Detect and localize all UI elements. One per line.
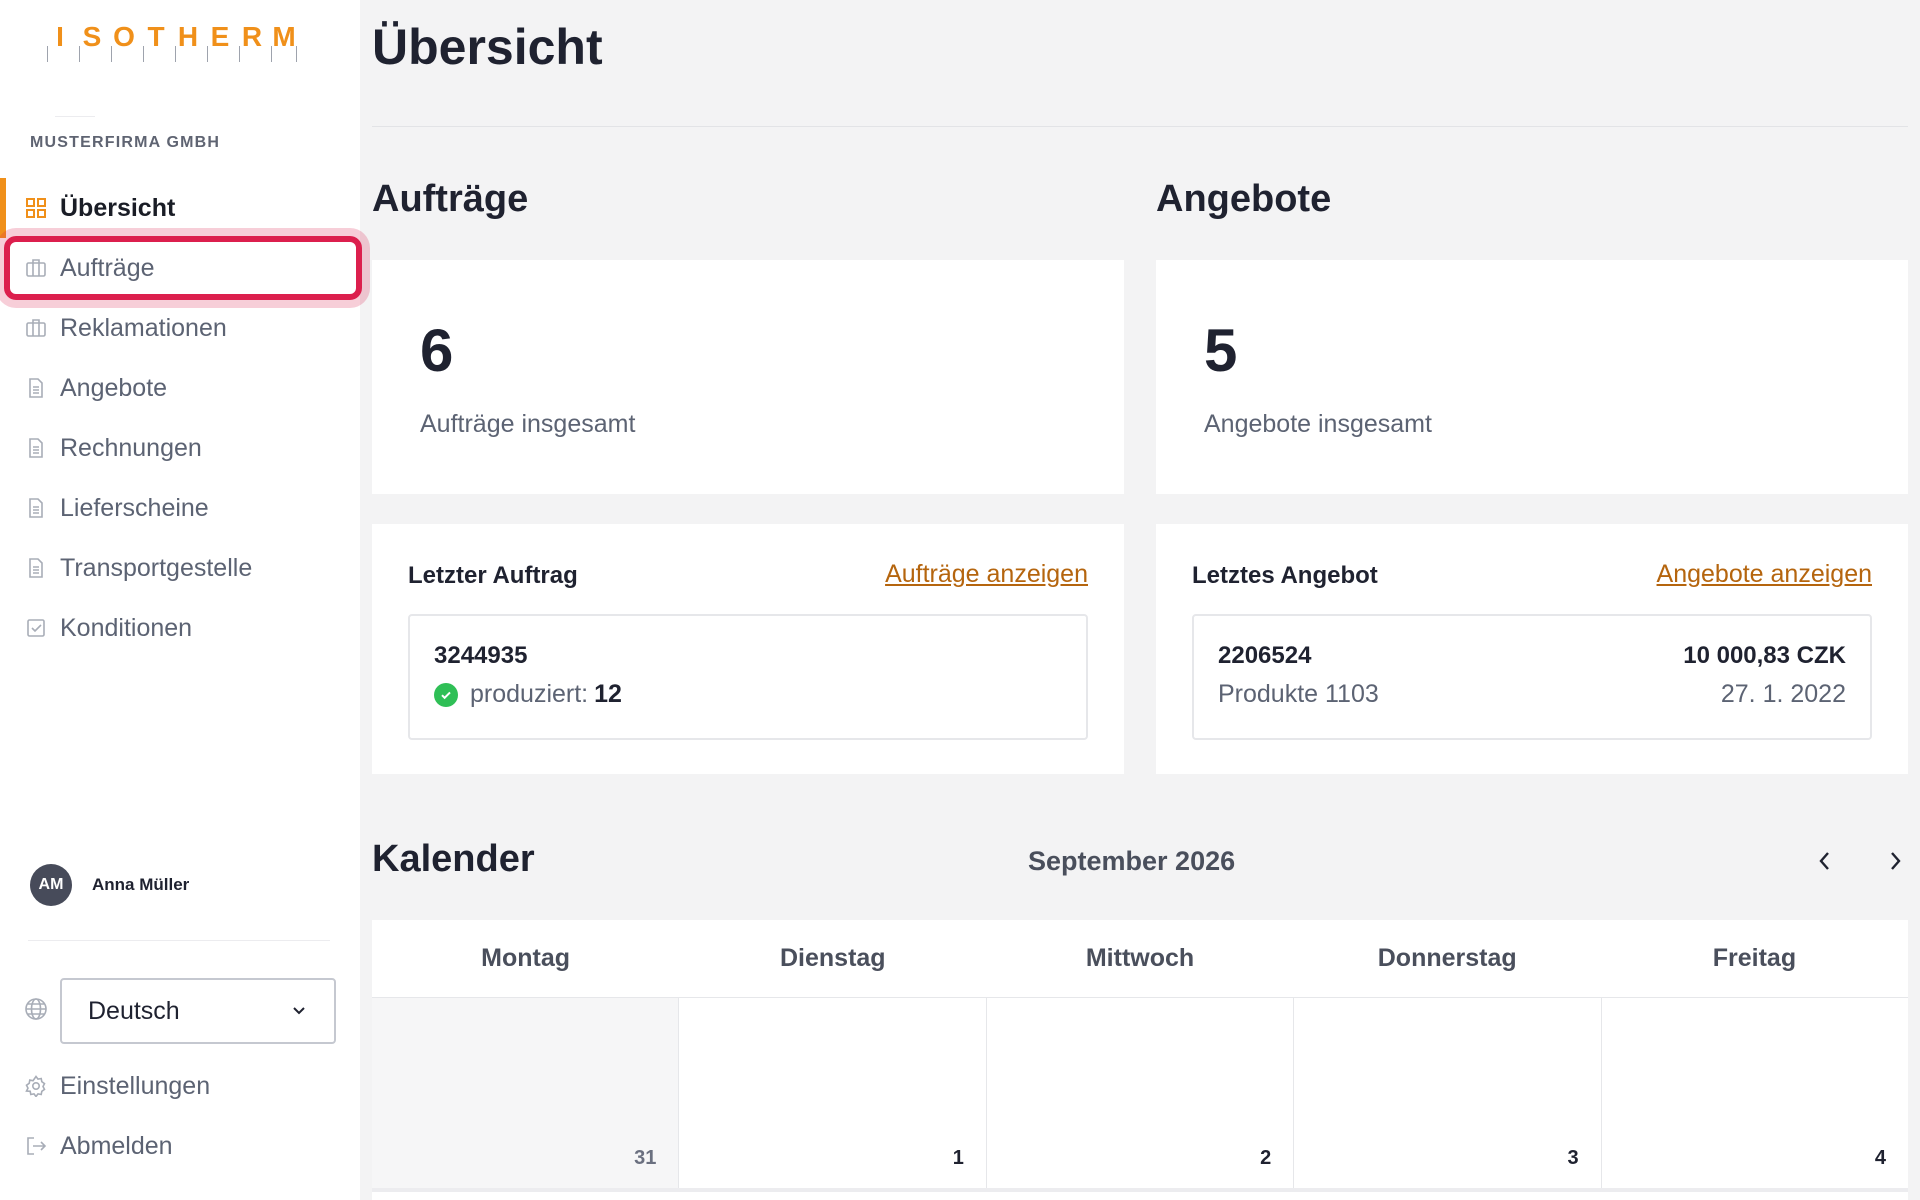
weekday-label: Freitag xyxy=(1712,944,1797,972)
isotherm-logo[interactable]: I S O T H E R M xyxy=(44,22,300,62)
nav-label: Lieferscheine xyxy=(60,493,209,522)
nav-label: Konditionen xyxy=(60,613,193,642)
main-navigation: Übersicht Aufträge Reklamationen Angebot… xyxy=(0,178,360,658)
last-offer-heading: Letztes Angebot xyxy=(1192,562,1378,589)
logout-icon xyxy=(24,1134,48,1158)
orders-heading: Aufträge xyxy=(372,178,529,220)
last-order-heading: Letzter Auftrag xyxy=(408,562,578,589)
checkbox-icon xyxy=(24,616,48,640)
settings-label: Einstellungen xyxy=(60,1071,211,1100)
orders-total-label: Aufträge insgesamt xyxy=(420,410,636,438)
orders-total-card: 6 Aufträge insgesamt xyxy=(372,260,1124,494)
last-offer-card: Letztes Angebot Angebote anzeigen 220652… xyxy=(1156,524,1908,774)
nav-label: Reklamationen xyxy=(60,313,227,342)
calendar-heading: Kalender xyxy=(372,838,535,880)
calendar-grid: Montag Dienstag Mittwoch Donnerstag Frei… xyxy=(372,920,1908,1200)
calendar-day[interactable]: 1 xyxy=(679,998,987,1188)
nav-item-konditionen[interactable]: Konditionen xyxy=(0,598,360,658)
calendar-weekdays: Montag Dienstag Mittwoch Donnerstag Frei… xyxy=(372,920,1908,998)
day-number: 1 xyxy=(952,1147,964,1169)
language-row: Deutsch xyxy=(24,978,336,1044)
calendar-day[interactable]: 4 xyxy=(1602,998,1908,1188)
document-icon xyxy=(24,376,48,400)
day-number: 2 xyxy=(1260,1147,1272,1169)
company-name: MUSTERFIRMA GMBH xyxy=(30,134,221,151)
offers-total-value: 5 xyxy=(1204,317,1238,384)
offers-total-label: Angebote insgesamt xyxy=(1204,410,1432,438)
nav-item-lieferscheine[interactable]: Lieferscheine xyxy=(0,478,360,538)
divider xyxy=(55,116,95,117)
nav-label: Transportgestelle xyxy=(60,553,253,582)
document-icon xyxy=(24,556,48,580)
weekday-label: Mittwoch xyxy=(1085,944,1195,972)
nav-item-reklamationen[interactable]: Reklamationen xyxy=(0,298,360,358)
nav-item-uebersicht[interactable]: Übersicht xyxy=(0,178,360,238)
orders-total-value: 6 xyxy=(420,317,454,384)
nav-item-angebote[interactable]: Angebote xyxy=(0,358,360,418)
order-status-label: produziert: xyxy=(470,680,589,708)
divider xyxy=(372,126,1908,127)
user-name: Anna Müller xyxy=(92,875,190,894)
nav-item-transportgestelle[interactable]: Transportgestelle xyxy=(0,538,360,598)
weekday-label: Dienstag xyxy=(780,944,886,972)
language-select[interactable]: Deutsch xyxy=(60,978,336,1044)
offer-amount: 10 000,83 CZK xyxy=(1683,642,1846,669)
day-number: 4 xyxy=(1874,1147,1887,1169)
calendar-week-row: 31 1 2 3 4 xyxy=(372,998,1908,1192)
calendar-next-button[interactable] xyxy=(1880,846,1910,876)
logout-label: Abmelden xyxy=(60,1131,173,1160)
page-title: Übersicht xyxy=(372,19,603,75)
check-circle-icon xyxy=(434,682,458,707)
nav-label: Rechnungen xyxy=(60,433,202,462)
nav-label: Übersicht xyxy=(60,193,176,222)
calendar-day[interactable]: 2 xyxy=(987,998,1295,1188)
offer-id: 2206524 xyxy=(1218,642,1312,669)
nav-item-rechnungen[interactable]: Rechnungen xyxy=(0,418,360,478)
calendar-day[interactable]: 3 xyxy=(1294,998,1602,1188)
last-order-item[interactable]: 3244935 produziert: 12 xyxy=(408,614,1088,740)
sidebar: I S O T H E R M MUSTERFIRMA GMBH Übersic… xyxy=(0,0,362,1200)
grid-icon xyxy=(24,196,48,220)
briefcase-icon xyxy=(24,256,48,280)
calendar-month: September 2026 xyxy=(1028,846,1236,876)
user-profile[interactable]: AM Anna Müller xyxy=(30,864,189,906)
view-orders-link[interactable]: Aufträge anzeigen xyxy=(885,560,1088,589)
weekday-label: Montag xyxy=(481,944,571,972)
weekday-label: Donnerstag xyxy=(1377,944,1517,972)
last-offer-item[interactable]: 2206524 10 000,83 CZK Produkte 1103 27. … xyxy=(1192,614,1872,740)
calendar-day[interactable]: 31 xyxy=(372,998,680,1188)
offer-product: Produkte 1103 xyxy=(1218,680,1379,708)
language-selected: Deutsch xyxy=(88,996,180,1025)
logout-link[interactable]: Abmelden xyxy=(24,1126,173,1166)
offer-date: 27. 1. 2022 xyxy=(1720,680,1846,708)
day-number: 3 xyxy=(1567,1147,1579,1169)
chevron-down-icon xyxy=(290,997,308,1026)
view-offers-link[interactable]: Angebote anzeigen xyxy=(1657,560,1872,589)
last-order-card: Letzter Auftrag Aufträge anzeigen 324493… xyxy=(372,524,1124,774)
nav-label: Aufträge xyxy=(60,253,155,282)
order-status: produziert: 12 xyxy=(434,680,622,709)
nav-item-auftraege[interactable]: Aufträge xyxy=(0,238,360,298)
chevron-right-icon xyxy=(1891,852,1901,870)
document-icon xyxy=(24,496,48,520)
document-icon xyxy=(24,436,48,460)
day-number: 31 xyxy=(634,1147,657,1169)
gear-icon xyxy=(24,1074,48,1098)
calendar-prev-button[interactable] xyxy=(1810,846,1840,876)
settings-link[interactable]: Einstellungen xyxy=(24,1066,210,1106)
avatar: AM xyxy=(30,864,72,906)
offers-total-card: 5 Angebote insgesamt xyxy=(1156,260,1908,494)
divider xyxy=(28,940,330,941)
nav-label: Angebote xyxy=(60,373,168,402)
offers-heading: Angebote xyxy=(1156,178,1332,220)
chevron-left-icon xyxy=(1819,852,1829,870)
order-status-value: 12 xyxy=(594,680,622,708)
globe-icon xyxy=(24,997,48,1026)
briefcase-icon xyxy=(24,316,48,340)
order-id: 3244935 xyxy=(434,642,528,669)
